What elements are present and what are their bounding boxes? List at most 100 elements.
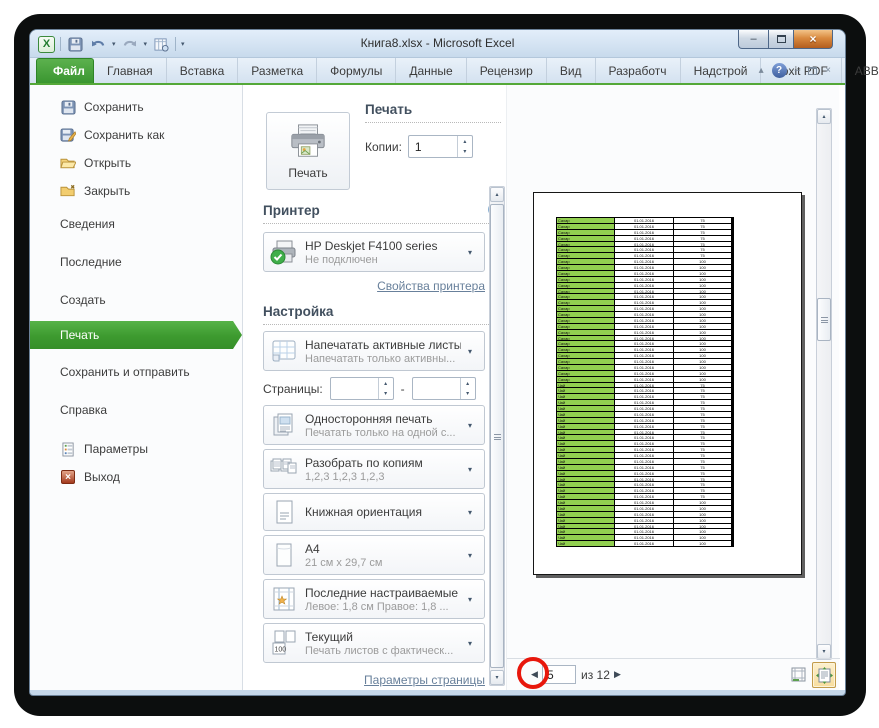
settings-dropdown-1[interactable]: Односторонняя печать Печатать только на о… <box>263 405 485 445</box>
sidebar-item-label: Закрыть <box>84 184 131 198</box>
sidebar-command-1[interactable]: Сохранить как <box>30 121 242 149</box>
table-cell-label: Сахар <box>557 253 614 259</box>
dropdown-title: Текущий <box>305 629 353 644</box>
margins-icon <box>270 586 298 612</box>
close-button[interactable]: × <box>794 30 833 49</box>
ribbon-tab-9[interactable]: Надстрой <box>681 58 762 83</box>
stepper-down-icon[interactable]: ▾ <box>458 147 472 158</box>
ribbon-tab-row: Файл Главная Вставка Разметка Формулы Данные Р… <box>30 58 879 85</box>
stepper-down-icon[interactable]: ▾ <box>379 389 393 400</box>
printer-select[interactable]: HP Deskjet F4100 series Не подключен ▾ <box>263 232 485 272</box>
sidebar-nav-item-1[interactable]: Последние <box>30 243 242 281</box>
sidebar-nav: Сведения Последние Создать Печать Сохранить … <box>30 205 242 429</box>
table-cell-label: Сахар <box>557 265 614 270</box>
ribbon-tab-7[interactable]: Вид <box>547 58 596 83</box>
zoom-to-page-button[interactable] <box>812 662 836 688</box>
table-cell-value: 100 <box>674 523 731 529</box>
ribbon-tab-8[interactable]: Разработч <box>596 58 681 83</box>
doc-restore-icon[interactable] <box>808 66 818 75</box>
scroll-up-icon[interactable]: ▴ <box>817 109 831 124</box>
pages-to-stepper[interactable]: ▴ ▾ <box>411 377 476 400</box>
table-cell-date: 01.01.2016 <box>615 265 673 270</box>
sidebar-nav-item-2[interactable]: Создать <box>30 281 242 319</box>
sidebar-footer-item-0[interactable]: Параметры <box>30 435 242 463</box>
pages-from-stepper[interactable]: ▴ ▾ <box>329 377 394 400</box>
dropdown-title: Напечатать активные листы <box>305 337 461 352</box>
sidebar-command-3[interactable]: Закрыть <box>30 177 242 205</box>
table-cell-value: 75 <box>674 247 731 253</box>
stepper-up-icon[interactable]: ▴ <box>379 378 393 389</box>
ribbon-tab-4[interactable]: Формулы <box>317 58 397 83</box>
preview-scrollbar[interactable]: ▴ ▾ <box>816 108 832 660</box>
maximize-button[interactable] <box>769 30 794 49</box>
minimize-button[interactable]: – <box>738 30 769 49</box>
doc-minimize-icon[interactable]: – <box>795 65 801 76</box>
settings-dropdown-6[interactable]: 100 Текущий Печать листов с фактическ... ▾ <box>263 623 485 663</box>
ribbon-tab-5[interactable]: Данные <box>396 58 467 83</box>
scroll-down-icon[interactable]: ▾ <box>817 644 831 659</box>
table-cell-date: 01.01.2016 <box>615 247 673 253</box>
ribbon-tab-6[interactable]: Рецензир <box>467 58 547 83</box>
sidebar-command-2[interactable]: Открыть <box>30 149 242 177</box>
show-margins-button[interactable] <box>789 665 809 685</box>
table-cell-label: Сахар <box>557 300 614 306</box>
sidebar-nav-item-4[interactable]: Сохранить и отправить <box>30 353 242 391</box>
ribbon-tab-1[interactable]: Главная <box>94 58 167 83</box>
table-cell-date: 01.01.2016 <box>615 435 673 441</box>
next-page-button[interactable]: ▶ <box>614 669 621 680</box>
chevron-down-icon: ▾ <box>468 464 473 474</box>
stepper-up-icon[interactable]: ▴ <box>458 136 472 147</box>
table-cell-value: 75 <box>674 223 731 229</box>
settings-dropdown-4[interactable]: A4 21 см x 29,7 см ▾ <box>263 535 485 575</box>
copies-stepper[interactable]: 1 ▴ ▾ <box>407 135 473 158</box>
ribbon-tabs: Файл Главная Вставка Разметка Формулы Данные Р… <box>36 58 879 83</box>
settings-scrollbar[interactable]: ▴ ▾ <box>489 186 505 686</box>
preview-page: Сахар 01.01.2016 75 Сахар 01.01.2016 75 Сахар 0… <box>533 192 802 575</box>
settings-dropdown-5[interactable]: Последние настраиваемые ... Левое: 1,8 см… <box>263 579 485 619</box>
titlebar[interactable]: X ▾ ▾ ▾ Книга8.xlsx - Microsoft Excel – … <box>30 30 845 58</box>
stepper-down-icon[interactable]: ▾ <box>461 389 475 400</box>
excel-window: X ▾ ▾ ▾ Книга8.xlsx - Microsoft Excel – … <box>30 30 879 695</box>
annotation-circle <box>517 657 549 689</box>
sidebar-command-0[interactable]: Сохранить <box>30 93 242 121</box>
stepper-up-icon[interactable]: ▴ <box>461 378 475 389</box>
print-button-label: Печать <box>288 165 328 180</box>
zoom-to-page-icon <box>815 666 833 684</box>
settings-dropdown-2[interactable]: Разобрать по копиям 1,2,3 1,2,3 1,2,3 ▾ <box>263 449 485 489</box>
printer-properties-row: Свойства принтера <box>263 277 485 295</box>
table-cell-date: 01.01.2016 <box>615 541 673 546</box>
ribbon-tab-0[interactable]: Файл <box>36 58 94 83</box>
ribbon-tab-11[interactable]: ABBYY PDF <box>842 58 879 83</box>
scroll-down-icon[interactable]: ▾ <box>490 670 504 685</box>
sidebar-nav-item-5[interactable]: Справка <box>30 391 242 429</box>
ribbon-tab-2[interactable]: Вставка <box>167 58 239 83</box>
table-cell-date: 01.01.2016 <box>615 464 673 470</box>
table-cell-label: Чай <box>557 394 614 400</box>
settings-dropdown-0[interactable]: Напечатать активные листы Напечатать толь… <box>263 331 485 371</box>
scroll-up-icon[interactable]: ▴ <box>490 187 504 202</box>
help-icon[interactable]: ? <box>771 63 787 78</box>
sidebar-footer-item-1[interactable]: × Выход <box>30 463 242 491</box>
table-cell-label: Сахар <box>557 370 614 376</box>
table-cell-date: 01.01.2016 <box>615 353 673 358</box>
scrollbar-thumb[interactable] <box>817 298 831 341</box>
doc-close-icon[interactable]: × <box>825 65 831 76</box>
table-cell-value: 75 <box>674 482 731 488</box>
collapse-ribbon-icon[interactable]: ▴ <box>759 65 764 76</box>
printer-properties-link[interactable]: Свойства принтера <box>377 279 485 293</box>
print-button[interactable]: Печать <box>266 112 350 190</box>
sidebar-nav-item-0[interactable]: Сведения <box>30 205 242 243</box>
table-cell-date: 01.01.2016 <box>615 312 673 317</box>
ribbon-right-controls: ▴ ? – × <box>759 63 831 78</box>
page-setup-link[interactable]: Параметры страницы <box>364 673 485 687</box>
table-cell-value: 100 <box>674 317 731 323</box>
settings-dropdown-3[interactable]: Книжная ориентация ▾ <box>263 493 485 531</box>
ribbon-tab-3[interactable]: Разметка <box>238 58 318 83</box>
table-cell-label: Чай <box>557 423 614 429</box>
sidebar-nav-item-3[interactable]: Печать <box>30 321 242 349</box>
scrollbar-thumb[interactable] <box>490 204 504 668</box>
table-cell-value: 75 <box>674 388 731 394</box>
table-cell-label: Чай <box>557 505 614 511</box>
table-cell-date: 01.01.2016 <box>615 347 673 353</box>
print-settings-panel: Печать Печать Копии: 1 ▴ ▾ i Принте <box>243 85 506 690</box>
